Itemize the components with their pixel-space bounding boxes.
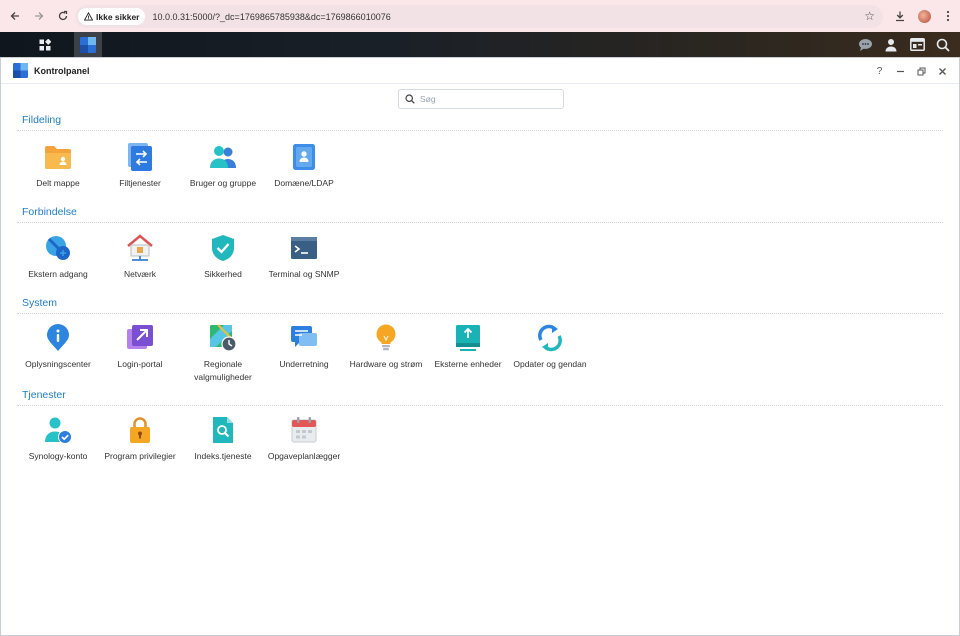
search-icon[interactable] (930, 32, 956, 57)
bookmark-star-icon[interactable]: ☆ (864, 9, 875, 23)
tile-task-scheduler[interactable]: Opgaveplanlægger (263, 415, 345, 463)
search-input[interactable] (420, 94, 560, 104)
tile-file-services[interactable]: Filtjenester (99, 142, 181, 190)
terminal-icon (289, 233, 319, 263)
file-services-icon (125, 142, 155, 172)
tile-label: Login-portal (117, 359, 163, 369)
profile-avatar[interactable] (912, 4, 936, 28)
tile-label: Filtjenester (119, 178, 161, 188)
security-label: Ikke sikker (96, 11, 140, 22)
control-panel-window: Kontrolpanel ? Fildeling Delt mappe (0, 57, 960, 636)
tile-label: Opgaveplanlægger (267, 451, 341, 461)
tile-label: Hardware og strøm (349, 359, 423, 369)
notification-icon (289, 323, 319, 353)
search-icon (405, 94, 415, 104)
download-icon[interactable] (888, 4, 912, 28)
tile-label: Sikkerhed (204, 269, 242, 279)
minimize-icon[interactable] (890, 62, 911, 80)
chat-icon[interactable] (852, 32, 878, 57)
tile-label: Oplysningscenter (25, 359, 91, 369)
reload-icon[interactable] (51, 4, 75, 28)
network-icon (125, 233, 155, 263)
window-title: Kontrolpanel (34, 65, 90, 76)
login-portal-icon (125, 323, 155, 353)
browser-menu-icon[interactable] (936, 4, 960, 28)
tile-hardware-power[interactable]: Hardware og strøm (345, 323, 427, 371)
info-center-icon (43, 323, 73, 353)
widgets-icon[interactable] (904, 32, 930, 57)
user-icon[interactable] (878, 32, 904, 57)
domain-ldap-icon (289, 142, 319, 172)
tile-notification[interactable]: Underretning (263, 323, 345, 371)
update-restore-icon (535, 323, 565, 353)
tile-external-devices[interactable]: Eksterne enheder (427, 323, 509, 371)
shared-folder-icon (43, 142, 73, 172)
back-icon[interactable] (3, 4, 27, 28)
tile-label: Bruger og gruppe (189, 178, 257, 188)
tile-synology-account[interactable]: Synology-konto (17, 415, 99, 463)
external-access-icon (43, 233, 73, 263)
dsm-taskbar (0, 32, 960, 57)
section-title-tjenester: Tjenester (22, 389, 66, 401)
tile-update-restore[interactable]: Opdater og gendan (509, 323, 591, 371)
tile-label: Opdater og gendan (513, 359, 587, 369)
tile-external-access[interactable]: Ekstern adgang (17, 233, 99, 281)
tile-user-group[interactable]: Bruger og gruppe (182, 142, 264, 190)
tile-info-center[interactable]: Oplysningscenter (17, 323, 99, 371)
section-divider (17, 130, 943, 131)
address-bar[interactable]: Ikke sikker 10.0.0.31:5000/?_dc=17698657… (75, 5, 883, 28)
tile-security[interactable]: Sikkerhed (182, 233, 264, 281)
window-header[interactable]: Kontrolpanel ? (1, 58, 959, 84)
control-panel-icon (13, 63, 28, 78)
user-group-icon (208, 142, 238, 172)
tile-app-privileges[interactable]: Program privilegier (99, 415, 181, 463)
tile-label: Terminal og SNMP (268, 269, 340, 279)
tile-label: Domæne/LDAP (274, 178, 334, 188)
tile-indexing-service[interactable]: Indeks.tjeneste (182, 415, 264, 463)
search-field[interactable] (398, 89, 564, 109)
tile-label: Indeks.tjeneste (194, 451, 252, 461)
tile-domain-ldap[interactable]: Domæne/LDAP (263, 142, 345, 190)
security-shield-icon (208, 233, 238, 263)
section-title-forbindelse: Forbindelse (22, 206, 77, 218)
tile-label: Program privilegier (104, 451, 176, 461)
warning-icon (84, 12, 93, 21)
tile-label: Delt mappe (36, 178, 80, 188)
tile-label: Eksterne enheder (434, 359, 502, 369)
tile-regional-options[interactable]: Regionale valgmuligheder (182, 323, 264, 383)
section-title-system: System (22, 297, 58, 309)
close-icon[interactable] (932, 62, 953, 80)
section-divider (17, 405, 943, 406)
tile-terminal-snmp[interactable]: Terminal og SNMP (263, 233, 345, 281)
restore-icon[interactable] (911, 62, 932, 80)
forward-icon[interactable] (27, 4, 51, 28)
synology-account-icon (43, 415, 73, 445)
section-divider (17, 222, 943, 223)
avatar (917, 9, 931, 23)
tile-label: Ekstern adgang (28, 269, 88, 279)
tile-label: Regionale valgmuligheder (194, 359, 252, 382)
main-menu-icon[interactable] (32, 32, 57, 57)
section-title-fildeling: Fildeling (22, 114, 62, 126)
regional-options-icon (208, 323, 238, 353)
control-panel-icon (80, 36, 96, 53)
section-divider (17, 313, 943, 314)
url-text[interactable]: 10.0.0.31:5000/?_dc=1769865785938&dc=176… (152, 12, 390, 22)
tile-login-portal[interactable]: Login-portal (99, 323, 181, 371)
task-scheduler-icon (289, 415, 319, 445)
tile-label: Underretning (279, 359, 329, 369)
app-privileges-icon (125, 415, 155, 445)
external-devices-icon (453, 323, 483, 353)
tile-label: Synology-konto (28, 451, 88, 461)
tile-label: Netværk (123, 269, 157, 279)
help-icon[interactable]: ? (869, 62, 890, 80)
hardware-power-icon (371, 323, 401, 353)
taskbar-control-panel-button[interactable] (74, 32, 102, 57)
security-chip[interactable]: Ikke sikker (78, 8, 146, 25)
browser-toolbar: Ikke sikker 10.0.0.31:5000/?_dc=17698657… (0, 0, 960, 32)
tile-shared-folder[interactable]: Delt mappe (17, 142, 99, 190)
indexing-service-icon (208, 415, 238, 445)
tile-network[interactable]: Netværk (99, 233, 181, 281)
